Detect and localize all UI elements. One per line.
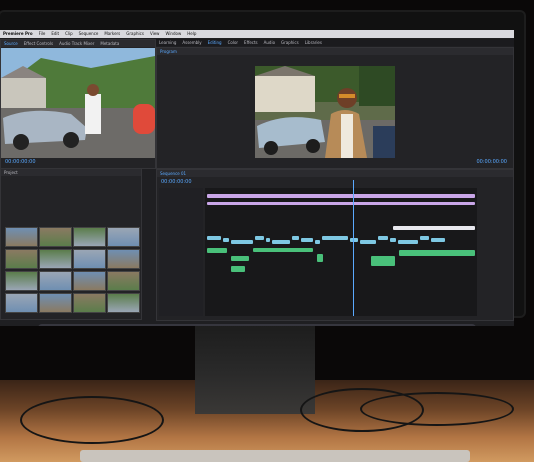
workspace-tab[interactable]: Audio: [261, 39, 278, 46]
source-panel-tab[interactable]: Metadata: [97, 40, 122, 47]
source-panel-tab[interactable]: Source: [1, 40, 21, 47]
workspace-tab[interactable]: Learning: [156, 39, 179, 46]
workspace-tabs: Learning Assembly Editing Color Effects Audio…: [156, 39, 514, 46]
timeline-clip[interactable]: [317, 254, 323, 262]
menu-item[interactable]: Graphics: [123, 30, 147, 38]
monitor-screen: Premiere Pro File Edit Clip Sequence Markers G…: [0, 30, 514, 326]
timeline-clip[interactable]: [255, 236, 264, 240]
clip-thumbnail[interactable]: [107, 227, 140, 247]
timeline-clip[interactable]: [207, 194, 475, 198]
cable: [20, 396, 164, 444]
clip-thumbnail[interactable]: [39, 249, 72, 269]
timeline-clip[interactable]: [399, 250, 475, 256]
timeline-clip[interactable]: [223, 238, 229, 242]
source-video-frame: [1, 48, 155, 158]
workspace-tab[interactable]: Assembly: [179, 39, 204, 46]
timeline-clip[interactable]: [207, 248, 227, 253]
track-headers: [159, 188, 203, 316]
timeline-tab[interactable]: Sequence 01: [157, 170, 189, 177]
menu-item[interactable]: Premiere Pro: [0, 30, 36, 38]
cable: [360, 392, 514, 426]
workspace-tab[interactable]: Editing: [205, 39, 225, 46]
clip-thumbnail[interactable]: [107, 293, 140, 313]
clip-thumbnail[interactable]: [39, 271, 72, 291]
timeline-clip[interactable]: [301, 238, 313, 242]
timeline-clip[interactable]: [322, 236, 348, 240]
dock: [38, 324, 476, 326]
source-panel-tab[interactable]: Audio Track Mixer: [56, 40, 97, 47]
program-panel-title: Program: [157, 48, 513, 55]
workspace-tab[interactable]: Graphics: [278, 39, 302, 46]
clip-thumbnail[interactable]: [5, 271, 38, 291]
clip-thumbnail[interactable]: [73, 293, 106, 313]
timeline-clip[interactable]: [292, 236, 299, 240]
menu-bar: Premiere Pro File Edit Clip Sequence Markers G…: [0, 30, 514, 38]
clip-thumbnail[interactable]: [107, 249, 140, 269]
clip-thumbnail[interactable]: [73, 249, 106, 269]
timeline-clip[interactable]: [253, 248, 313, 252]
workspace-tab[interactable]: Effects: [241, 39, 261, 46]
clip-thumbnail[interactable]: [5, 293, 38, 313]
timeline-clip[interactable]: [350, 238, 358, 242]
menu-item[interactable]: Window: [162, 30, 184, 38]
timeline-clip[interactable]: [231, 240, 253, 244]
playhead[interactable]: [353, 180, 354, 316]
source-panel-tabs: Source Effect Controls Audio Track Mixer Me…: [1, 40, 155, 47]
timeline-clip[interactable]: [231, 266, 245, 272]
workspace-tab[interactable]: Color: [225, 39, 241, 46]
clip-thumbnail[interactable]: [107, 271, 140, 291]
menu-item[interactable]: Help: [184, 30, 199, 38]
timeline-panel-title: Sequence 01: [157, 170, 513, 177]
clip-thumbnail[interactable]: [39, 227, 72, 247]
clip-thumbnail[interactable]: [5, 249, 38, 269]
timeline-clip[interactable]: [272, 240, 290, 244]
program-timecode: 00:00:00:00: [476, 159, 507, 165]
clip-thumbnail[interactable]: [73, 271, 106, 291]
timeline-panel: Sequence 01 00:00:00:00: [156, 169, 514, 321]
menu-item[interactable]: File: [36, 30, 49, 38]
timeline-clip[interactable]: [431, 238, 445, 242]
program-video-frame: [255, 66, 395, 158]
timeline-clip[interactable]: [360, 240, 376, 244]
monitor: Premiere Pro File Edit Clip Sequence Markers G…: [0, 12, 524, 326]
project-tab[interactable]: Project: [1, 169, 21, 176]
project-panel-title: Project: [1, 169, 141, 176]
timeline-clip[interactable]: [378, 236, 388, 240]
photo-scene: Premiere Pro File Edit Clip Sequence Markers G…: [0, 0, 534, 462]
timeline-clip[interactable]: [207, 202, 475, 205]
timeline-clip[interactable]: [207, 236, 221, 240]
timeline-clip[interactable]: [398, 240, 418, 244]
timeline-timecode: 00:00:00:00: [161, 179, 192, 185]
menu-item[interactable]: Edit: [48, 30, 62, 38]
timeline-clip[interactable]: [266, 238, 270, 242]
program-monitor: Program 00:00:00:00: [156, 47, 514, 169]
clip-thumbnail[interactable]: [5, 227, 38, 247]
timeline-clip[interactable]: [420, 236, 429, 240]
monitor-stand: [195, 314, 315, 414]
timeline-clip[interactable]: [371, 256, 395, 266]
timeline-clip[interactable]: [393, 226, 475, 230]
menu-item[interactable]: View: [147, 30, 163, 38]
program-tab[interactable]: Program: [157, 48, 180, 55]
timeline-clip[interactable]: [231, 256, 249, 261]
source-panel-tab[interactable]: Effect Controls: [21, 40, 56, 47]
timeline-clip[interactable]: [390, 238, 396, 242]
timeline-clip[interactable]: [315, 240, 320, 244]
clip-thumbnail[interactable]: [73, 227, 106, 247]
clip-thumbnail[interactable]: [39, 293, 72, 313]
menu-item[interactable]: Clip: [62, 30, 76, 38]
menu-item[interactable]: Sequence: [76, 30, 102, 38]
project-panel: Project: [0, 168, 142, 320]
source-monitor: Source Effect Controls Audio Track Mixer Me…: [0, 39, 156, 169]
keyboard: [80, 450, 470, 462]
source-timecode: 00:00:00:00: [5, 159, 36, 165]
workspace-tab[interactable]: Libraries: [302, 39, 325, 46]
menu-item[interactable]: Markers: [101, 30, 123, 38]
